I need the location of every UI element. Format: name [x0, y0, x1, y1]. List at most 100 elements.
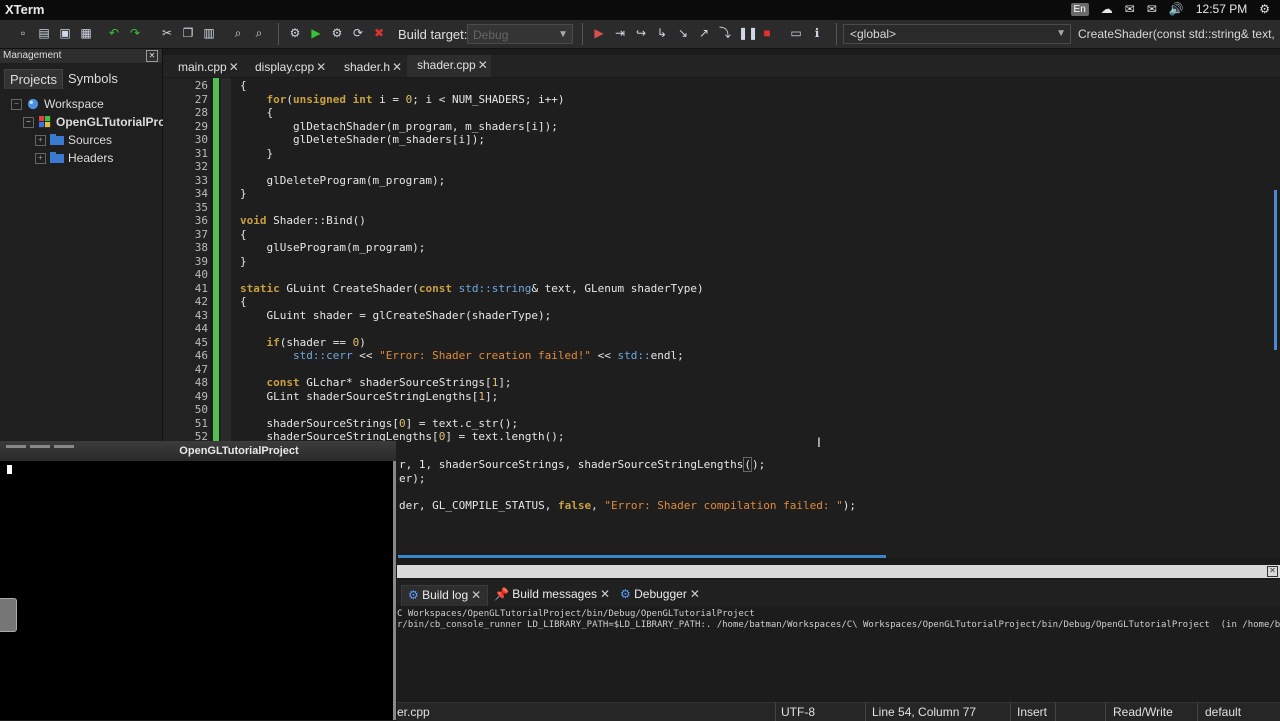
line-number: 46	[194, 349, 208, 362]
tree-label: Headers	[68, 151, 114, 165]
messaging-icon[interactable]: ✉	[1125, 2, 1135, 16]
close-icon[interactable]: ✕	[471, 588, 481, 602]
save-icon[interactable]: ▣	[57, 25, 73, 41]
window-border	[393, 461, 396, 720]
close-icon[interactable]: ✕	[478, 58, 488, 72]
line-number: 49	[194, 389, 208, 403]
code-line: 37{	[163, 228, 247, 242]
new-file-icon[interactable]: ▫	[15, 25, 31, 41]
volume-icon[interactable]: 🔊	[1169, 2, 1184, 16]
scope-select[interactable]: <global> ▼	[843, 24, 1071, 44]
keyboard-layout-indicator[interactable]: En	[1070, 2, 1089, 16]
line-number: 27	[194, 92, 208, 106]
tab-label: shader.h	[344, 60, 391, 74]
collapse-toggle-icon[interactable]: −	[23, 116, 34, 128]
close-icon[interactable]: ✕	[1267, 566, 1278, 577]
build-gear-icon[interactable]: ⚙	[287, 25, 303, 41]
log-line: r/bin/cb_console_runner LD_LIBRARY_PATH=…	[397, 620, 1280, 630]
close-icon[interactable]: ✕	[392, 60, 402, 74]
next-line-icon[interactable]: ↪	[633, 25, 649, 41]
line-number: 33	[194, 173, 208, 187]
code-line: 46 std::cerr << "Error: Shader creation …	[163, 349, 684, 363]
code-line: 43 GLuint shader = glCreateShader(shader…	[163, 309, 552, 323]
next-instruction-icon[interactable]: ↳	[654, 25, 670, 41]
text-cursor-icon: I	[817, 434, 821, 450]
tab-build-log[interactable]: ⚙ Build log ✕	[401, 585, 489, 606]
build-target-select[interactable]: Debug ▼	[467, 24, 573, 44]
replace-icon[interactable]: ⌕	[251, 25, 267, 41]
os-top-bar: XTerm En ☁ ✉ ✉ 🔊 12:57 PM ⚙	[0, 0, 1280, 20]
brace-match-highlight: (	[743, 457, 752, 472]
debug-windows-icon[interactable]: ▭	[788, 25, 804, 41]
code-fragment: );	[842, 499, 856, 512]
line-number: 41	[194, 281, 208, 295]
tab-shader-h[interactable]: shader.h ✕	[334, 57, 405, 77]
code-line: 49 GLint shaderSourceStringLengths[1];	[163, 389, 499, 404]
tab-display-cpp[interactable]: display.cpp ✕	[245, 57, 329, 77]
tree-item-project[interactable]: − OpenGLTutorialProj	[23, 113, 169, 131]
build-and-run-icon[interactable]: ⚙	[329, 25, 345, 41]
expand-toggle-icon[interactable]: +	[35, 134, 46, 146]
line-number: 48	[194, 376, 208, 389]
xterm-window[interactable]: OpenGLTutorialProject	[0, 441, 396, 720]
tree-item-workspace[interactable]: − Workspace	[11, 95, 104, 113]
collapse-toggle-icon[interactable]: −	[11, 98, 22, 110]
horizontal-scrollbar[interactable]	[398, 555, 886, 558]
run-to-cursor-icon[interactable]: ⇥	[612, 25, 628, 41]
line-number: 40	[194, 268, 208, 281]
redo-icon[interactable]: ↷	[127, 25, 143, 41]
open-file-icon[interactable]: ▤	[36, 25, 52, 41]
vertical-scrollbar[interactable]	[1274, 190, 1277, 350]
mail-icon[interactable]: ✉	[1147, 2, 1157, 16]
close-icon[interactable]: ✕	[146, 50, 158, 62]
function-select[interactable]: CreateShader(const std::string& text,	[1074, 24, 1280, 44]
tree-item-sources[interactable]: + Sources	[35, 131, 112, 149]
cloud-icon[interactable]: ☁	[1101, 2, 1113, 16]
management-tabs: Projects Symbols	[0, 65, 162, 91]
clock[interactable]: 12:57 PM	[1196, 2, 1247, 16]
debug-continue-icon[interactable]: ▶	[591, 25, 607, 41]
find-icon[interactable]: ⌕	[230, 25, 246, 41]
pause-icon[interactable]: ❚❚	[738, 25, 758, 41]
tab-label: Debugger	[634, 587, 687, 601]
tree-item-headers[interactable]: + Headers	[35, 149, 113, 167]
save-all-icon[interactable]: ▦	[78, 25, 94, 41]
settings-gear-icon[interactable]: ⚙	[1259, 2, 1270, 16]
xterm-titlebar[interactable]: OpenGLTutorialProject	[0, 441, 396, 461]
tab-build-messages[interactable]: 📌 Build messages ✕	[488, 585, 616, 605]
build-log-output[interactable]: C Workspaces/OpenGLTutorialProject/bin/D…	[397, 606, 1280, 702]
expand-toggle-icon[interactable]: +	[35, 152, 46, 164]
chevron-down-icon: ▼	[1056, 28, 1066, 39]
scope-value: <global>	[850, 27, 897, 41]
tab-label: main.cpp	[178, 60, 227, 74]
step-into-instruction-icon[interactable]: ⤵	[717, 25, 733, 41]
close-icon[interactable]: ✕	[690, 587, 700, 601]
tab-symbols[interactable]: Symbols	[63, 69, 123, 88]
tab-debugger[interactable]: ⚙ Debugger ✕	[614, 585, 706, 605]
undo-icon[interactable]: ↶	[106, 25, 122, 41]
various-info-icon[interactable]: ℹ	[809, 25, 825, 41]
tab-main-cpp[interactable]: main.cpp ✕	[168, 57, 242, 77]
tree-label: Sources	[68, 133, 113, 147]
step-into-icon[interactable]: ↘	[675, 25, 691, 41]
paste-icon[interactable]: ▥	[201, 25, 217, 41]
code-line: 35	[163, 201, 208, 215]
run-icon[interactable]: ▶	[308, 25, 324, 41]
step-out-icon[interactable]: ↗	[696, 25, 712, 41]
close-icon[interactable]: ✕	[600, 587, 610, 601]
copy-icon[interactable]: ❐	[180, 25, 196, 41]
tree-label: OpenGLTutorialProj	[56, 115, 169, 129]
cut-icon[interactable]: ✂	[159, 25, 175, 41]
abort-icon[interactable]: ✖	[371, 25, 387, 41]
stop-debugger-icon[interactable]: ■	[759, 25, 775, 41]
line-number: 30	[194, 133, 208, 146]
close-icon[interactable]: ✕	[229, 60, 239, 74]
tab-projects[interactable]: Projects	[4, 69, 63, 89]
tab-shader-cpp[interactable]: shader.cpp ✕	[407, 55, 491, 77]
rebuild-icon[interactable]: ⟳	[350, 25, 366, 41]
logs-header[interactable]: ✕	[397, 565, 1280, 578]
code-line: 39}	[163, 255, 247, 269]
terminal-area[interactable]	[2, 461, 394, 718]
close-icon[interactable]: ✕	[316, 60, 326, 74]
launcher-terminal-icon[interactable]	[0, 598, 17, 632]
